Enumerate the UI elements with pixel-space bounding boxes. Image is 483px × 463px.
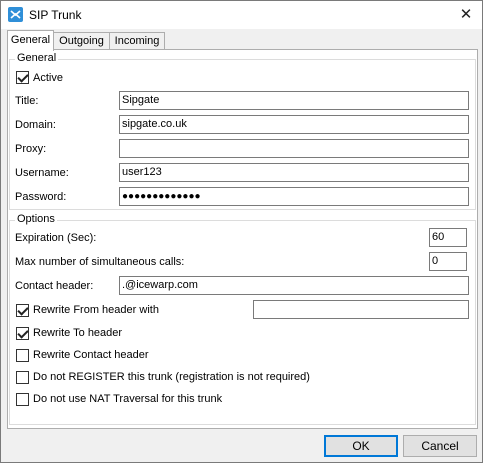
general-group-legend: General [15,52,59,64]
domain-input[interactable]: sipgate.co.uk [119,115,469,134]
tab-general[interactable]: General [7,30,54,51]
title-label: Title: [15,95,39,107]
password-input[interactable]: ●●●●●●●●●●●●● [119,187,469,206]
active-checkbox[interactable] [16,71,29,84]
close-button[interactable]: ✕ [453,3,479,27]
no-nat-label: Do not use NAT Traversal for this trunk [33,393,223,405]
rewrite-from-label: Rewrite From header with [33,304,159,316]
title-bar: SIP Trunk ✕ [1,1,482,29]
rewrite-to-checkbox[interactable] [16,327,29,340]
max-calls-input[interactable]: 0 [429,252,467,271]
ok-button[interactable]: OK [324,435,398,457]
proxy-label: Proxy: [15,143,47,155]
cancel-button[interactable]: Cancel [403,435,477,457]
username-label: Username: [15,167,69,179]
username-input[interactable]: user123 [119,163,469,182]
tab-outgoing[interactable]: Outgoing [53,32,110,50]
rewrite-contact-label: Rewrite Contact header [33,349,149,361]
sip-trunk-app-icon [8,7,23,22]
rewrite-contact-checkbox[interactable] [16,349,29,362]
tab-panel-general: General Active Title: Sipgate Domain: si… [7,49,478,429]
rewrite-from-checkbox[interactable] [16,304,29,317]
expiration-input[interactable]: 60 [429,228,467,247]
expiration-label: Expiration (Sec): [15,232,97,244]
rewrite-to-label: Rewrite To header [33,327,123,339]
close-icon: ✕ [459,6,473,23]
title-input[interactable]: Sipgate [119,91,469,110]
max-calls-label: Max number of simultaneous calls: [15,256,185,268]
no-register-checkbox[interactable] [16,371,29,384]
tab-incoming[interactable]: Incoming [109,32,165,50]
no-register-label: Do not REGISTER this trunk (registration… [33,371,310,383]
no-nat-checkbox[interactable] [16,393,29,406]
general-group: General Active Title: Sipgate Domain: si… [9,52,476,210]
password-label: Password: [15,191,67,203]
options-group-legend: Options [15,213,57,225]
proxy-input[interactable] [119,139,469,158]
rewrite-from-input[interactable] [253,300,469,319]
window-title: SIP Trunk [29,8,82,22]
options-group: Options Expiration (Sec): 60 Max number … [9,213,476,425]
active-label: Active [33,72,63,84]
domain-label: Domain: [15,119,56,131]
contact-header-label: Contact header: [15,280,94,292]
sip-trunk-dialog: SIP Trunk ✕ General Outgoing Incoming Ge… [0,0,483,463]
contact-header-input[interactable]: .@icewarp.com [119,276,469,295]
